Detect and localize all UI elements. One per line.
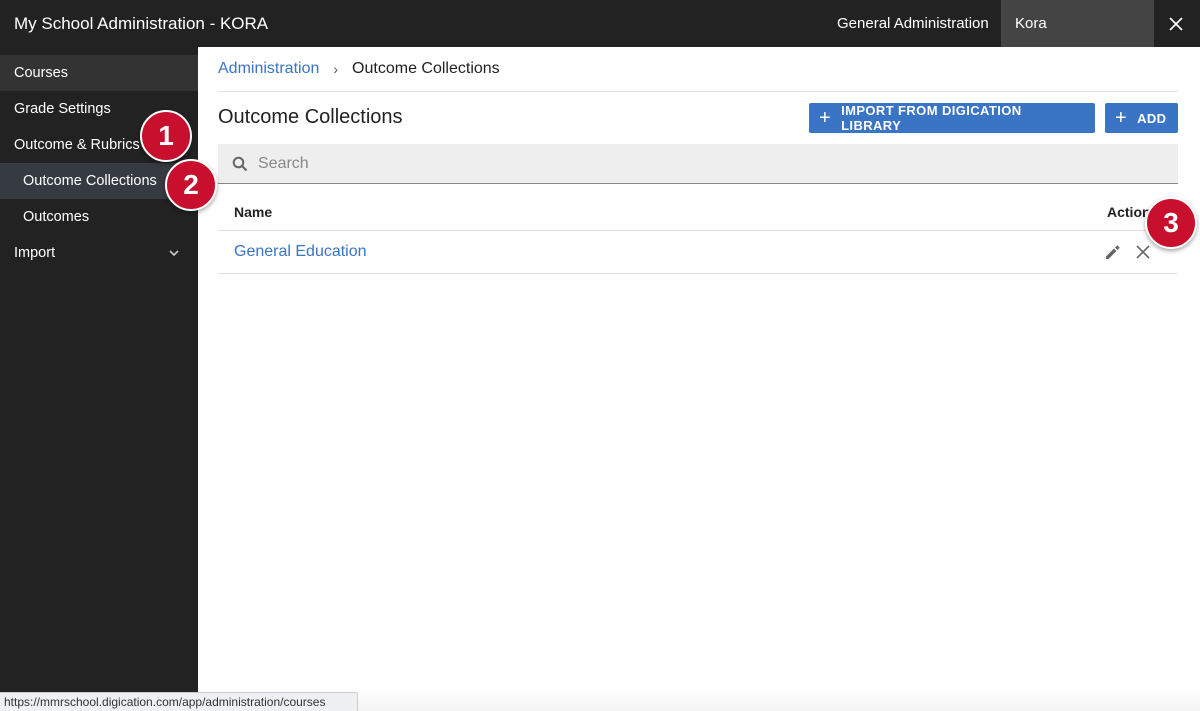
sidebar-item-outcomes[interactable]: Outcomes [0, 199, 198, 235]
divider [218, 273, 1178, 274]
search-bar [218, 144, 1178, 184]
chevron-down-icon [169, 250, 179, 257]
plus-icon: + [819, 107, 832, 129]
sidebar-item-import[interactable]: Import [0, 235, 198, 271]
close-icon [1169, 16, 1183, 31]
annotation-badge-3: 3 [1145, 197, 1197, 249]
status-bar-url: https://mmrschool.digication.com/app/adm… [0, 692, 358, 711]
divider [218, 91, 1178, 92]
collection-link-general-education[interactable]: General Education [234, 243, 367, 261]
sidebar-item-label: Import [14, 245, 56, 261]
sidebar-item-courses[interactable]: Courses [0, 55, 198, 91]
import-button-label: IMPORT FROM DIGICATION LIBRARY [841, 103, 1022, 133]
breadcrumb-administration-link[interactable]: Administration [218, 60, 319, 78]
import-from-library-button[interactable]: + IMPORT FROM DIGICATION LIBRARY [809, 103, 1095, 133]
tab-kora-administration[interactable]: Kora Administration [1001, 0, 1154, 79]
page-title: Outcome Collections [218, 106, 403, 128]
chevron-right-icon: › [333, 61, 339, 77]
close-button[interactable] [1156, 0, 1196, 47]
add-button[interactable]: + ADD [1105, 103, 1178, 133]
add-button-label: ADD [1137, 110, 1167, 126]
divider [218, 230, 1178, 231]
breadcrumb: Administration › Outcome Collections [218, 59, 500, 79]
search-input[interactable] [258, 154, 1138, 173]
top-bar: My School Administration - KORA General … [0, 0, 1200, 79]
app-title: My School Administration - KORA [14, 14, 269, 33]
search-icon [232, 156, 248, 171]
delete-icon[interactable] [1135, 244, 1151, 260]
column-header-actions: Action [1107, 204, 1151, 220]
column-header-name: Name [234, 204, 273, 220]
tab-general-administration[interactable]: General Administration [823, 0, 1003, 47]
annotation-badge-2: 2 [165, 159, 217, 211]
annotation-badge-1: 1 [140, 110, 192, 162]
breadcrumb-current: Outcome Collections [352, 60, 500, 77]
edit-icon[interactable] [1104, 244, 1121, 261]
plus-icon: + [1115, 107, 1128, 129]
